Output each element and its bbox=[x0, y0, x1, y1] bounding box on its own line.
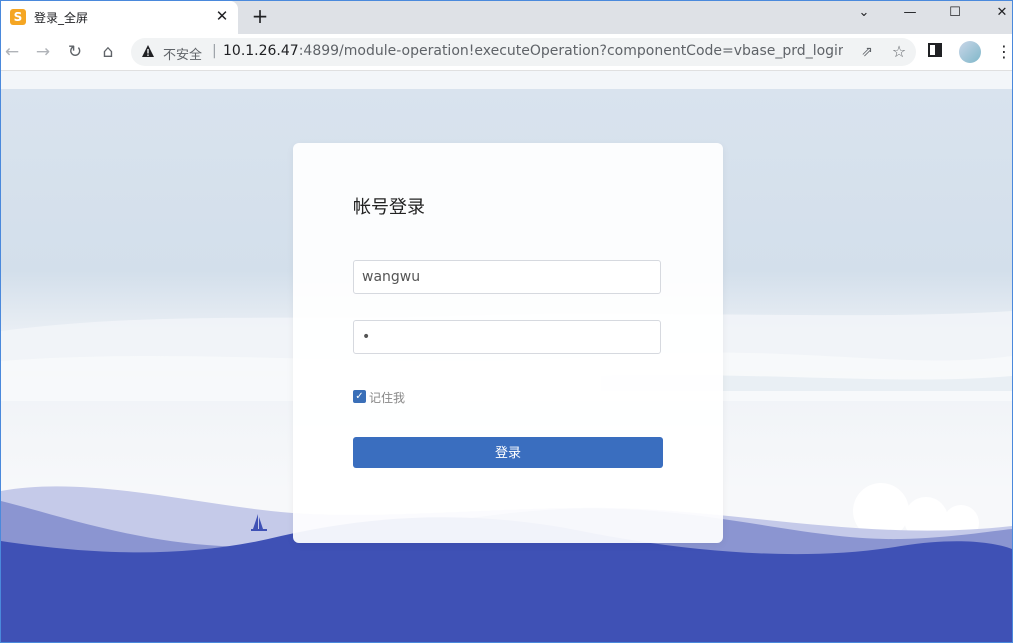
warning-icon[interactable] bbox=[141, 44, 155, 58]
tab-login[interactable]: S 登录_全屏 ✕ bbox=[1, 1, 238, 34]
url-separator: | bbox=[212, 43, 217, 59]
remember-checkbox[interactable]: ✓ bbox=[353, 390, 366, 403]
username-input[interactable] bbox=[353, 260, 661, 294]
url-host: 10.1.26.47 bbox=[223, 43, 299, 59]
minimize-icon[interactable]: — bbox=[899, 4, 921, 22]
maximize-icon[interactable]: ☐ bbox=[944, 4, 966, 22]
profile-avatar[interactable] bbox=[959, 41, 981, 63]
tab-close-icon[interactable]: ✕ bbox=[214, 8, 230, 24]
reload-icon[interactable]: ↻ bbox=[64, 41, 86, 63]
url-path: :4899/module-operation!executeOperation?… bbox=[298, 43, 843, 59]
login-title: 帐号登录 bbox=[353, 197, 425, 218]
security-label[interactable]: 不安全 bbox=[163, 44, 202, 63]
tab-title: 登录_全屏 bbox=[34, 11, 89, 25]
new-tab-icon[interactable]: + bbox=[250, 6, 270, 26]
url-text[interactable]: 10.1.26.47:4899/module-operation!execute… bbox=[223, 43, 843, 59]
share-icon[interactable]: ⇗ bbox=[857, 42, 877, 62]
menu-dots-icon[interactable]: ⋮ bbox=[996, 41, 1012, 63]
forward-arrow-icon[interactable]: → bbox=[32, 41, 54, 63]
window-close-icon[interactable]: ✕ bbox=[991, 4, 1012, 22]
tab-strip: S 登录_全屏 ✕ + ⌄ — ☐ ✕ bbox=[1, 1, 1012, 34]
remember-label[interactable]: 记住我 bbox=[369, 389, 405, 406]
sogou-favicon-icon: S bbox=[10, 9, 26, 25]
browser-toolbar: ← → ↻ ⌂ 不安全 | 10.1.26.47:4899/module-ope… bbox=[1, 34, 1012, 71]
login-card: 帐号登录 ✓ 记住我 登录 bbox=[293, 143, 723, 543]
side-panel-icon[interactable] bbox=[928, 43, 942, 57]
login-button[interactable]: 登录 bbox=[353, 437, 663, 468]
page-content: 帐号登录 ✓ 记住我 登录 bbox=[1, 71, 1012, 642]
bookmark-star-icon[interactable]: ☆ bbox=[889, 42, 909, 62]
back-arrow-icon[interactable]: ← bbox=[1, 41, 23, 63]
tab-search-chevron-icon[interactable]: ⌄ bbox=[853, 4, 875, 22]
password-input[interactable] bbox=[353, 320, 661, 354]
address-bar[interactable]: 不安全 | 10.1.26.47:4899/module-operation!e… bbox=[131, 38, 916, 66]
browser-window: S 登录_全屏 ✕ + ⌄ — ☐ ✕ ← → ↻ ⌂ 不安全 | 10.1.2… bbox=[0, 0, 1013, 643]
favicon-letter: S bbox=[13, 10, 23, 24]
home-icon[interactable]: ⌂ bbox=[97, 41, 119, 63]
